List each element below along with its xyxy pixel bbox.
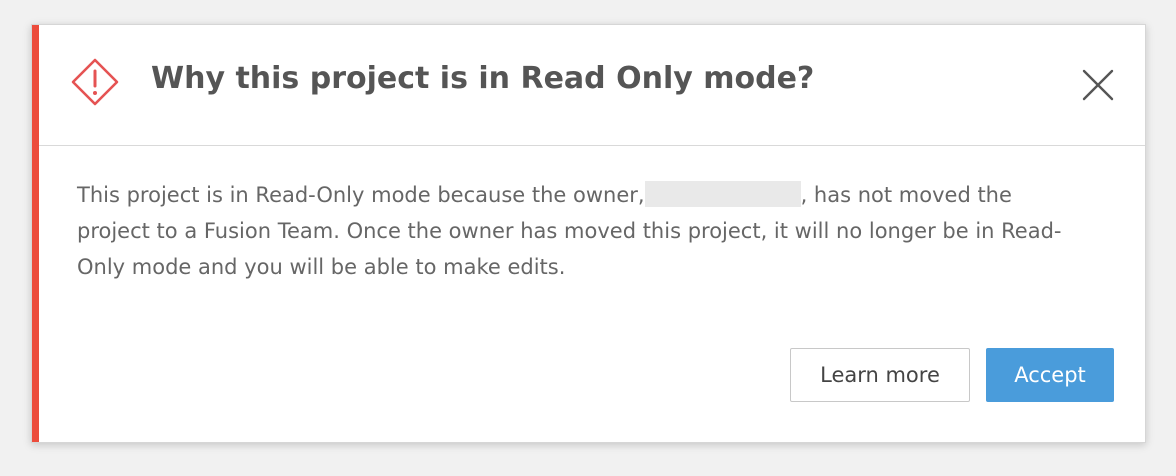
read-only-dialog: Why this project is in Read Only mode? T… — [31, 24, 1146, 443]
redacted-owner-name — [644, 181, 801, 207]
message-text-start: This project is in Read-Only mode becaus… — [77, 183, 645, 207]
accept-button[interactable]: Accept — [986, 348, 1114, 402]
warning-icon — [71, 58, 119, 106]
close-icon[interactable] — [1081, 68, 1115, 102]
dialog-header: Why this project is in Read Only mode? — [39, 25, 1145, 146]
dialog-title: Why this project is in Read Only mode? — [151, 61, 815, 96]
dialog-accent-bar — [32, 25, 39, 442]
learn-more-button[interactable]: Learn more — [790, 348, 970, 402]
dialog-message: This project is in Read-Only mode becaus… — [77, 177, 1082, 285]
